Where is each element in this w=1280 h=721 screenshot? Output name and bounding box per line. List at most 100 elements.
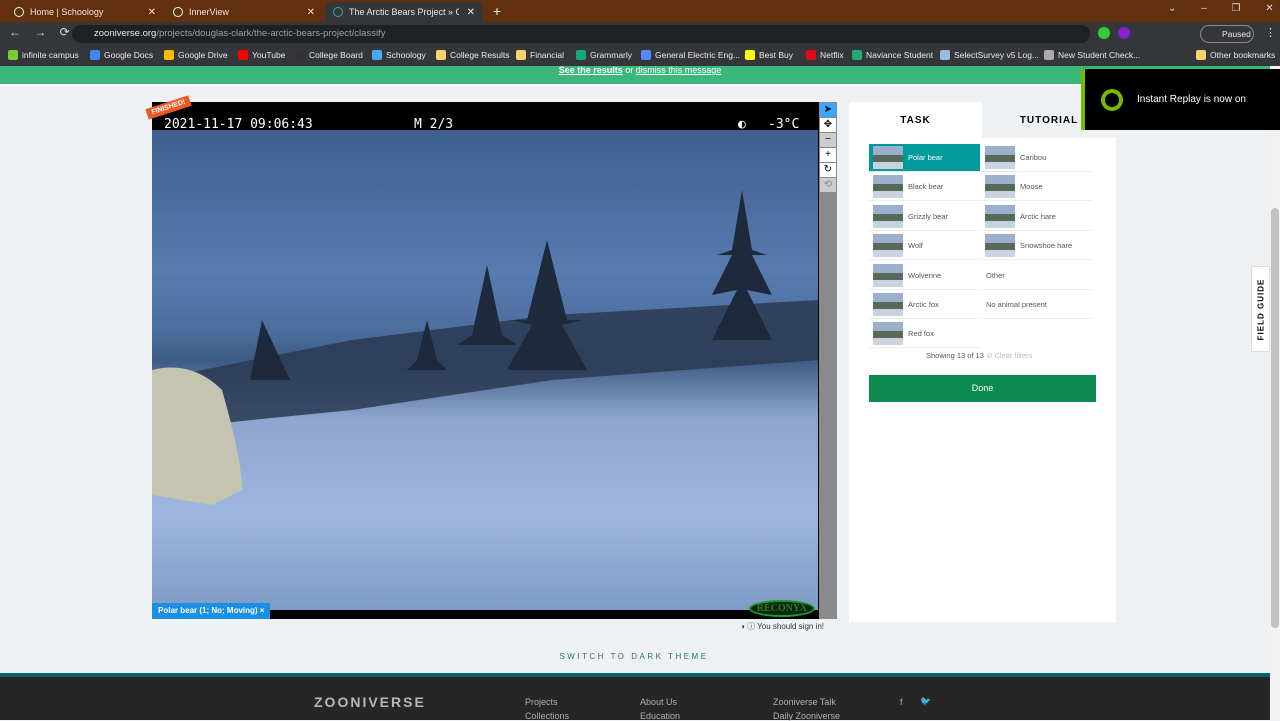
- new-tab-button[interactable]: +: [493, 3, 501, 19]
- choice-thumbnail: [873, 234, 903, 258]
- choice-thumbnail: [873, 263, 903, 287]
- bookmark-icon: [295, 50, 305, 60]
- choice-thumbnail: [985, 234, 1015, 258]
- choice-red-fox[interactable]: Red fox: [869, 320, 980, 349]
- choice-arctic-hare[interactable]: Arctic hare: [981, 203, 1092, 231]
- see-results-link[interactable]: See the results: [559, 65, 623, 75]
- bookmark-icon: [1044, 50, 1054, 60]
- invert-icon[interactable]: ◑: [740, 622, 745, 631]
- bookmark[interactable]: Best Buy: [745, 50, 793, 60]
- facebook-icon[interactable]: f: [900, 697, 903, 707]
- choice-caribou[interactable]: Caribou: [981, 144, 1092, 172]
- zoom-in-icon[interactable]: +: [820, 148, 836, 162]
- switch-theme-button[interactable]: SWITCH TO DARK THEME: [0, 652, 1268, 661]
- camera-timestamp: 2021-11-17 09:06:43: [164, 117, 313, 132]
- innerview-icon: [173, 7, 183, 17]
- bookmark[interactable]: Google Docs: [90, 50, 153, 60]
- choice-thumbnail: [985, 146, 1015, 169]
- tab-task[interactable]: TASK: [849, 102, 982, 138]
- move-icon[interactable]: ✥: [820, 118, 836, 132]
- bookmark[interactable]: Google Drive: [164, 50, 228, 60]
- reset-icon[interactable]: ⟲: [820, 178, 836, 192]
- tab-schoology[interactable]: Home | Schoology ✕: [6, 2, 164, 22]
- choice-thumbnail: [873, 146, 903, 169]
- menu-icon[interactable]: ⋮: [1265, 26, 1276, 39]
- bookmark[interactable]: New Student Check...: [1044, 50, 1140, 60]
- tab-innerview[interactable]: InnerView ✕: [165, 2, 323, 22]
- bookmark[interactable]: Naviance Student: [852, 50, 933, 60]
- bookmark[interactable]: College Results: [436, 50, 510, 60]
- choice-thumbnail: [873, 175, 903, 199]
- info-icon[interactable]: ⓘ: [747, 622, 755, 631]
- bookmark[interactable]: Grammarly: [576, 50, 632, 60]
- close-tab-icon[interactable]: ✕: [467, 7, 475, 18]
- bookmark[interactable]: Other bookmarks: [1196, 50, 1275, 60]
- clear-filters-button[interactable]: ⊘ Clear filters: [986, 351, 1032, 360]
- dismiss-link[interactable]: dismiss this message: [636, 65, 722, 75]
- choice-black-bear[interactable]: Black bear: [869, 173, 980, 202]
- bookmark-icon: [90, 50, 100, 60]
- signin-message: You should sign in!: [757, 622, 825, 631]
- replay-icon: [1101, 88, 1123, 111]
- done-button[interactable]: Done: [869, 375, 1096, 402]
- choice-other[interactable]: Other: [981, 262, 1092, 290]
- camera-frame: M 2/3: [414, 117, 454, 132]
- nav-buttons[interactable]: ← → ⟳: [9, 25, 70, 39]
- annotation-tag[interactable]: Polar bear (1; No; Moving) ×: [152, 603, 271, 619]
- bookmark-icon: [576, 50, 586, 60]
- footer: ZOONIVERSE Projects Collections About Us…: [0, 673, 1270, 721]
- bookmark-icon: [806, 50, 816, 60]
- pointer-icon[interactable]: ➤: [820, 103, 836, 117]
- bookmark[interactable]: SelectSurvey v5 Log...: [940, 50, 1039, 60]
- subject-viewer[interactable]: FINISHED! 2021-11-17 09:06:43 M 2/3 ◐ -3…: [145, 95, 819, 619]
- showing-count: Showing 13 of 13 ⊘ Clear filters: [926, 351, 1033, 360]
- extension-icon[interactable]: [1098, 27, 1110, 39]
- twitter-icon[interactable]: 🐦: [920, 696, 931, 707]
- choice-moose[interactable]: Moose: [981, 173, 1092, 202]
- choice-polar-bear[interactable]: Polar bear: [869, 144, 980, 172]
- bookmark[interactable]: Netflix: [806, 50, 844, 60]
- choice-wolverine[interactable]: Wolverine: [869, 262, 980, 290]
- moon-icon: ◐: [738, 117, 746, 132]
- footer-link[interactable]: Projects: [525, 697, 558, 707]
- viewer-toolbar: ➤ ✥ − + ↻ ⟲: [819, 102, 837, 619]
- zooniverse-logo[interactable]: ZOONIVERSE: [314, 694, 426, 710]
- browser-toolbar: ← → ⟳ zooniverse.org/projects/douglas-cl…: [0, 22, 1280, 46]
- close-tab-icon[interactable]: ✕: [307, 7, 315, 18]
- field-guide-tab[interactable]: FIELD GUIDE: [1251, 266, 1270, 352]
- choice-thumbnail: [873, 204, 903, 228]
- bookmark[interactable]: Schoology: [372, 50, 426, 60]
- bookmark-icon: [516, 50, 526, 60]
- browser-tab-bar: Home | Schoology ✕ InnerView ✕ The Arctic …: [0, 0, 1280, 22]
- bookmark-icon: [8, 50, 18, 60]
- zooniverse-icon: [333, 7, 343, 17]
- extension-icon[interactable]: [1118, 27, 1130, 39]
- footer-link[interactable]: Zooniverse Talk: [773, 697, 836, 707]
- choice-snowshoe-hare[interactable]: Snowshoe hare: [981, 232, 1092, 261]
- bookmark-icon: [641, 50, 651, 60]
- footer-link[interactable]: About Us: [640, 697, 677, 707]
- profile-button[interactable]: Paused: [1200, 25, 1254, 43]
- close-tab-icon[interactable]: ✕: [148, 7, 156, 18]
- rotate-icon[interactable]: ↻: [820, 163, 836, 177]
- choice-grizzly-bear[interactable]: Grizzly bear: [869, 203, 980, 231]
- bookmark[interactable]: YouTube: [238, 50, 285, 60]
- schoology-icon: [14, 7, 24, 17]
- bookmark[interactable]: General Electric Eng...: [641, 50, 740, 60]
- zoom-out-icon[interactable]: −: [820, 133, 836, 147]
- choice-no-animal-present[interactable]: No animal present: [981, 291, 1092, 319]
- scrollbar-thumb[interactable]: [1271, 208, 1279, 628]
- instant-replay-notification: Instant Replay is now on: [1081, 69, 1280, 130]
- window-controls[interactable]: ⌄ – ❐ ✕: [1168, 3, 1274, 14]
- bookmark[interactable]: College Board: [295, 50, 363, 60]
- bookmark[interactable]: Financial: [516, 50, 564, 60]
- choice-wolf[interactable]: Wolf: [869, 232, 980, 261]
- bookmark[interactable]: infinite campus: [8, 50, 79, 60]
- choice-arctic-fox[interactable]: Arctic fox: [869, 291, 980, 319]
- address-bar[interactable]: zooniverse.org/projects/douglas-clark/th…: [72, 25, 1090, 43]
- remove-annotation-icon[interactable]: ×: [260, 606, 265, 615]
- choice-thumbnail: [873, 322, 903, 346]
- tab-arctic-bears[interactable]: The Arctic Bears Project » Classify✕: [325, 2, 483, 22]
- bookmarks-bar: infinite campus Google Docs Google Drive Yo…: [0, 46, 1280, 66]
- reconyx-logo: RECONYX: [749, 600, 815, 617]
